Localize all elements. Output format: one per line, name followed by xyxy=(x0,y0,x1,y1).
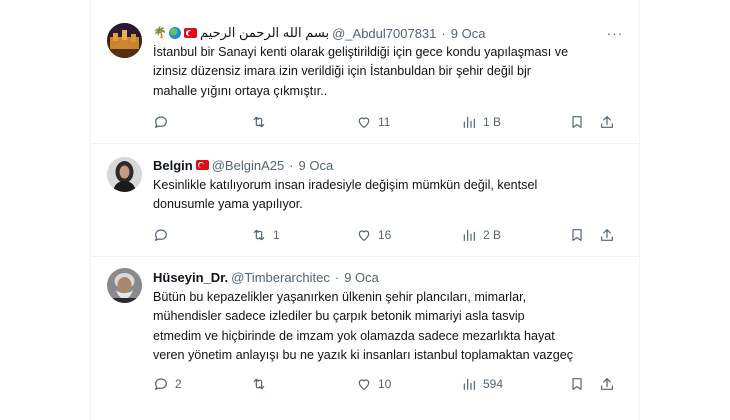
reply-button[interactable] xyxy=(153,226,175,244)
turkey-flag-icon xyxy=(195,160,209,170)
share-icon xyxy=(601,116,613,128)
tweet-text: İstanbul bir Sanayi kenti olarak gelişti… xyxy=(153,45,569,98)
avatar[interactable] xyxy=(107,23,142,58)
author-name[interactable]: Belgin xyxy=(153,158,193,173)
views-button[interactable]: 1 B xyxy=(461,113,501,131)
views-icon xyxy=(463,229,475,241)
share-button[interactable] xyxy=(599,375,615,393)
retweet-button[interactable]: 1 xyxy=(251,226,280,244)
tweet-text: Kesinlikle katılıyorum insan iradesiyle … xyxy=(153,178,538,212)
retweet-icon xyxy=(253,116,265,128)
author-name[interactable]: بسم الله الرحمن الرحيم xyxy=(200,25,329,41)
reply-button[interactable] xyxy=(153,113,175,131)
bookmark-button[interactable] xyxy=(569,113,585,131)
views-button[interactable]: 2 B xyxy=(461,226,501,244)
retweet-icon xyxy=(253,378,265,390)
bookmark-button[interactable] xyxy=(569,375,585,393)
like-icon xyxy=(358,379,370,390)
timeline: 🌴 بسم الله الرحمن الرحيم @_Abdul7007831 … xyxy=(90,0,640,420)
retweet-count: 1 xyxy=(273,228,280,242)
reply-icon xyxy=(155,229,167,241)
reply-button[interactable]: 2 xyxy=(153,375,182,393)
tweet-header: 🌴 بسم الله الرحمن الرحيم @_Abdul7007831 … xyxy=(153,24,485,42)
share-icon xyxy=(601,229,613,241)
retweet-button[interactable] xyxy=(251,113,273,131)
retweet-icon xyxy=(253,229,265,241)
palm-tree-icon: 🌴 xyxy=(153,26,167,39)
view-count: 594 xyxy=(483,377,504,391)
bookmark-button[interactable] xyxy=(569,226,585,244)
tweet-time[interactable]: 9 Oca xyxy=(299,158,334,173)
bookmark-icon xyxy=(572,116,582,128)
author-handle[interactable]: @_Abdul7007831 xyxy=(332,26,436,41)
avatar[interactable] xyxy=(107,268,142,303)
bookmark-icon xyxy=(572,378,582,390)
views-icon xyxy=(463,116,475,128)
like-icon xyxy=(358,117,370,128)
tweet-actions: 2 10 594 xyxy=(153,375,623,393)
tweet-actions: 11 1 B xyxy=(153,113,623,131)
author-handle[interactable]: @BelginA25 xyxy=(212,158,284,173)
retweet-button[interactable] xyxy=(251,375,273,393)
tweet-time[interactable]: 9 Oca xyxy=(451,26,486,41)
avatar[interactable] xyxy=(107,157,142,192)
reply-icon xyxy=(155,116,167,128)
like-count: 11 xyxy=(378,115,391,129)
views-icon xyxy=(463,378,475,390)
share-button[interactable] xyxy=(599,113,615,131)
tweet[interactable]: Hüseyin_Dr. @Timberarchitec · 9 Oca Bütü… xyxy=(91,256,639,420)
separator-dot: · xyxy=(334,269,340,285)
view-count: 2 B xyxy=(483,228,502,242)
like-count: 10 xyxy=(378,377,392,391)
tweet-text: Bütün bu kepazelikler yaşanırken ülkenin… xyxy=(153,290,574,363)
globe-icon xyxy=(169,27,181,39)
separator-dot: · xyxy=(289,157,294,173)
author-name[interactable]: Hüseyin_Dr. xyxy=(153,270,228,285)
share-icon xyxy=(601,378,613,390)
tweet[interactable]: Belgin @BelginA25 · 9 Oca Kesinlikle kat… xyxy=(91,143,639,257)
like-button[interactable]: 11 xyxy=(356,113,390,131)
tweet-header: Hüseyin_Dr. @Timberarchitec · 9 Oca xyxy=(153,268,379,286)
like-icon xyxy=(358,230,370,241)
reply-icon xyxy=(155,378,167,390)
tweet-actions: 1 16 2 B xyxy=(153,226,623,244)
tweet[interactable]: 🌴 بسم الله الرحمن الرحيم @_Abdul7007831 … xyxy=(91,0,639,144)
tweet-time[interactable]: 9 Oca xyxy=(344,270,379,285)
separator-dot: · xyxy=(441,25,446,41)
like-button[interactable]: 16 xyxy=(356,226,391,244)
view-count: 1 B xyxy=(483,115,502,129)
share-button[interactable] xyxy=(599,226,615,244)
reply-count: 2 xyxy=(175,377,182,391)
views-button[interactable]: 594 xyxy=(461,375,503,393)
tweet-header: Belgin @BelginA25 · 9 Oca xyxy=(153,156,333,174)
author-handle[interactable]: @Timberarchitec xyxy=(231,270,330,285)
bookmark-icon xyxy=(572,229,582,241)
more-icon[interactable]: ··· xyxy=(605,25,625,41)
turkey-flag-icon xyxy=(184,28,197,38)
like-button[interactable]: 10 xyxy=(356,375,391,393)
like-count: 16 xyxy=(378,228,392,242)
